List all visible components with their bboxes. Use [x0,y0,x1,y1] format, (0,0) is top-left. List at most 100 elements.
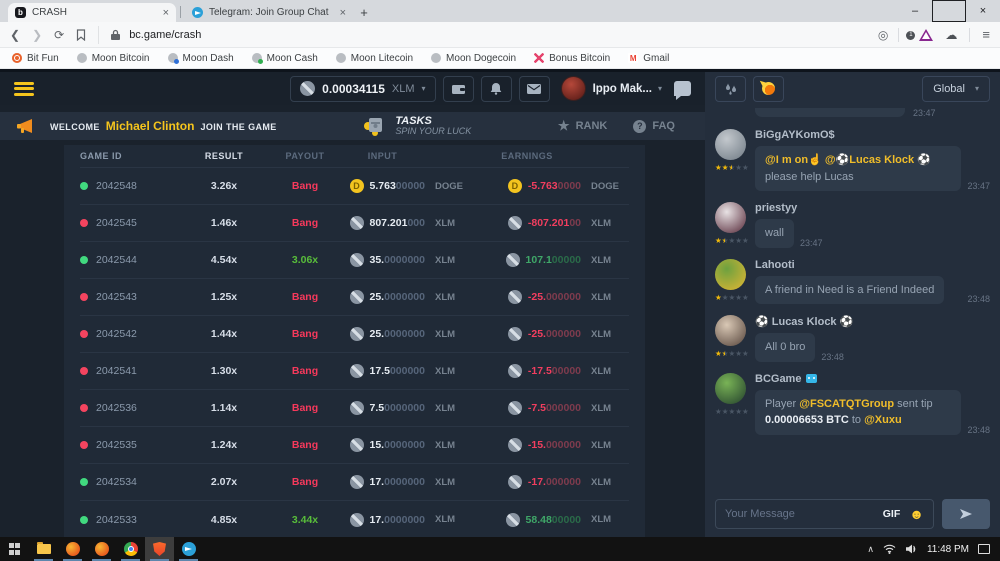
bookmark-item[interactable]: Moon Dogecoin [431,53,516,64]
taskbar-app-orange-button[interactable] [87,537,116,561]
game-id-cell: 2042541 [80,365,192,377]
chat-input-field[interactable]: GIF ☻ [715,499,934,529]
bookmark-item[interactable]: Moon Cash [252,53,318,64]
browser-tab[interactable]: bCRASH× [8,3,176,22]
message-username[interactable]: BiGgAYKomO$ [755,129,990,141]
reload-button[interactable]: ⟳ [54,28,64,42]
message-username[interactable]: ⚽ Lucas Klock ⚽ [755,315,990,328]
earnings-currency: XLM [591,477,629,488]
rank-link[interactable]: ★ RANK [558,118,607,134]
chat-sidebar: Global ▾ 23:47 ★★★★★★BiGgAYKomO$@I m on☝… [705,72,1000,537]
taskbar-brave-button[interactable] [145,537,174,561]
tab-close-icon[interactable]: × [163,7,169,19]
windows-taskbar: ∧ 11:48 PM [0,537,1000,561]
taskbar-start-button[interactable] [0,537,29,561]
tray-expand-icon[interactable]: ∧ [867,544,874,555]
wallet-button[interactable] [443,76,474,102]
username-label[interactable]: Ippo Mak... [593,83,652,95]
bookmark-item[interactable]: Moon Dash [168,53,234,64]
menu-hamburger-button[interactable] [14,82,34,96]
table-row[interactable]: 20425483.26xBangD5.76300000DOGED-5.76300… [80,168,629,205]
table-row[interactable]: 20425411.30xBang17.5000000XLM-17.500000X… [80,353,629,390]
taskbar-chrome-button[interactable] [116,537,145,561]
message-username[interactable]: Lahooti [755,259,990,271]
send-button[interactable] [942,499,990,529]
fireball-button[interactable] [753,76,784,102]
chevron-down-icon[interactable]: ▾ [658,84,662,93]
minimize-button[interactable]: – [898,0,932,22]
game-id-cell: 2042534 [80,476,192,488]
user-avatar[interactable] [561,76,586,101]
new-tab-button[interactable]: + [353,3,375,22]
message-username[interactable]: priestyy [755,202,990,214]
browser-menu-button[interactable]: ≡ [982,27,990,42]
browser-tab[interactable]: Telegram: Join Group Chat× [185,3,353,22]
table-row[interactable]: 20425444.54x3.06x35.0000000XLM107.100000… [80,242,629,279]
payout-value: Bang [270,217,340,229]
table-row[interactable]: 20425431.25xBang25.0000000XLM-25.000000X… [80,279,629,316]
payout-value: Bang [270,180,340,192]
xlm-coin-icon [350,513,364,527]
chat-messages[interactable]: 23:47 ★★★★★★BiGgAYKomO$@I m on☝ @⚽Lucas … [705,105,1000,493]
game-id-cell: 2042535 [80,439,192,451]
tab-close-icon[interactable]: × [340,7,346,19]
bookmark-item[interactable]: Bit Fun [12,53,59,64]
close-button[interactable]: × [966,0,1000,22]
address-bar[interactable]: bc.game/crash ◎ 1 [98,26,933,44]
emoji-button[interactable]: ☻ [909,507,924,521]
amount-main: -7.5 [528,402,546,414]
input-cell: 17.0000000 [340,513,425,527]
faq-link[interactable]: ? FAQ [633,120,675,133]
column-header: PAYOUT [270,151,340,161]
divider [180,6,181,18]
bookmark-item[interactable]: Bonus Bitcoin [534,53,610,64]
bookmark-item[interactable]: MGmail [628,53,669,64]
message-input[interactable] [725,508,874,520]
back-button[interactable]: ❮ [10,28,20,42]
brave-rewards-icon[interactable] [919,29,933,41]
table-row[interactable]: 20425334.85x3.44x17.0000000XLM58.4800000… [80,501,629,537]
amount-main: 25. [370,291,385,303]
balance-selector[interactable]: 0.00034115 XLM ▾ [290,76,435,102]
table-row[interactable]: 20425451.46xBang807.201000XLM-807.20100X… [80,205,629,242]
chat-channel-select[interactable]: Global ▾ [922,76,990,102]
action-center-icon[interactable] [978,544,990,554]
messages-button[interactable] [519,76,550,102]
star-icon: ★ [715,164,722,172]
amount-pad: 000 [407,217,425,229]
message-segment: @FSCATQTGroup [799,398,894,410]
bookmark-item[interactable]: Moon Litecoin [336,53,413,64]
star-icon: ★ [728,350,735,358]
xlm-coin-icon [350,290,364,304]
table-row[interactable]: 20425342.07xBang17.0000000XLM-17.000000X… [80,464,629,501]
chat-toggle-icon[interactable] [674,81,691,96]
message-username[interactable]: BCGame [755,373,990,385]
bookmark-label: Moon Cash [267,53,318,64]
gif-button[interactable]: GIF [883,508,901,520]
maximize-button[interactable] [932,0,966,22]
rating-stars: ★★★★★ [715,408,749,416]
taskbar-clock[interactable]: 11:48 PM [927,544,969,555]
taskbar-app-orange-button[interactable] [58,537,87,561]
reader-target-icon[interactable]: ◎ [878,28,888,42]
xlm-coin-icon [508,475,522,489]
avatar [715,129,746,160]
taskbar-telegram-button[interactable] [174,537,203,561]
tasks-widget[interactable]: TASKS SPIN YOUR LUCK [363,115,471,137]
bookmark-item[interactable]: Moon Bitcoin [77,53,150,64]
rain-button[interactable] [715,76,746,102]
volume-icon[interactable] [905,544,918,554]
result-value: 1.14x [192,402,256,414]
amount-pad: 0000000 [384,328,425,340]
status-dot [80,219,88,227]
table-row[interactable]: 20425421.44xBang25.0000000XLM-25.000000X… [80,316,629,353]
bookmark-icon[interactable] [76,29,86,41]
forward-button[interactable]: ❯ [32,28,42,42]
profile-cloud-icon[interactable]: ☁ [945,28,957,42]
table-row[interactable]: 20425351.24xBang15.0000000XLM-15.000000X… [80,427,629,464]
notifications-button[interactable] [481,76,512,102]
taskbar-explorer-button[interactable] [29,537,58,561]
wifi-icon[interactable] [883,544,896,554]
table-row[interactable]: 20425361.14xBang7.50000000XLM-7.5000000X… [80,390,629,427]
input-cell: 15.0000000 [340,438,425,452]
